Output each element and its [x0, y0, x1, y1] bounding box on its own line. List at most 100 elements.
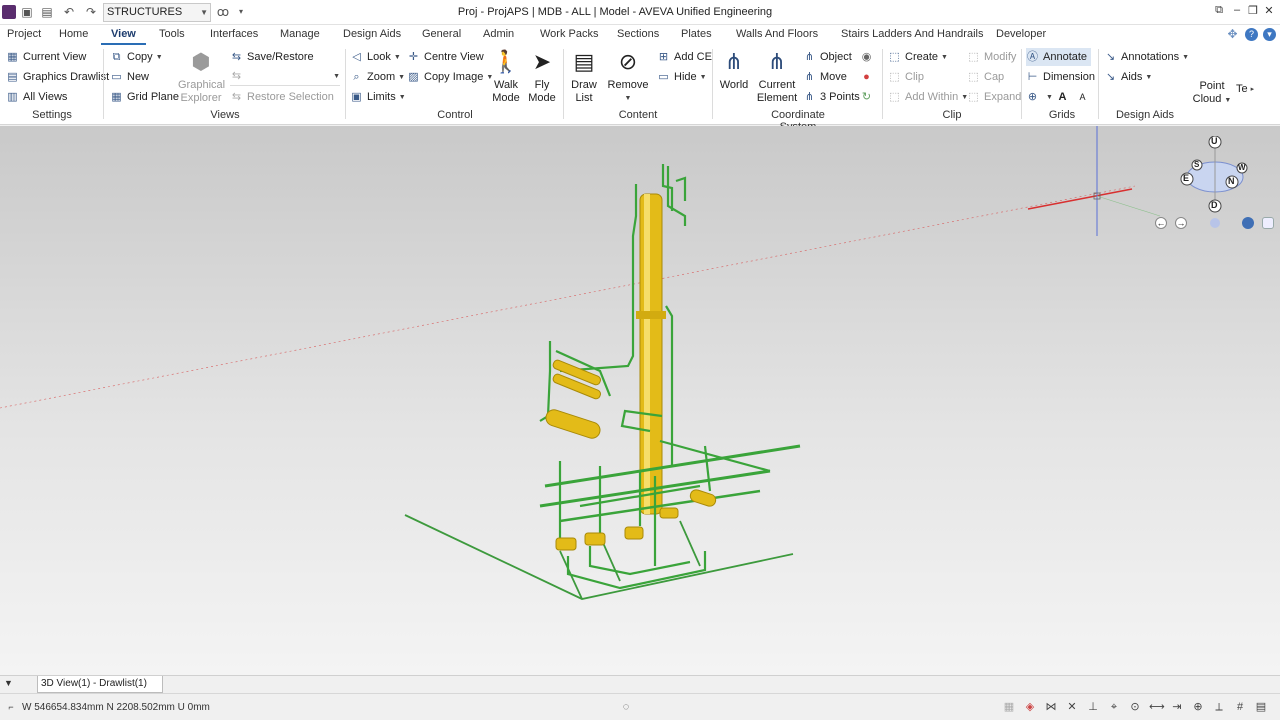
move-button[interactable]: ⋔ Move [803, 68, 847, 86]
new-view-button[interactable]: ▭ New [110, 68, 149, 86]
tab-home[interactable]: Home [59, 28, 88, 40]
current-view-button[interactable]: ▦ Current View [6, 48, 86, 66]
add-within-button[interactable]: ⬚ Add Within ▼ [888, 88, 968, 106]
fly-mode-button[interactable]: ➤ Fly Mode [526, 48, 558, 105]
snap-intersect-icon[interactable]: ✕ [1065, 700, 1079, 714]
snap-nearest-icon[interactable]: ⌖ [1107, 700, 1121, 714]
snap-endpoint-icon[interactable]: ◈ [1023, 700, 1037, 714]
clip-modify-button[interactable]: ⬚ Modify [967, 48, 1016, 66]
snap-grid-icon[interactable]: ▦ [1002, 700, 1016, 714]
snap-target-icon[interactable]: ⊕ [1191, 700, 1205, 714]
copy-view-button[interactable]: ⧉ Copy ▼ [110, 48, 163, 66]
expand-ribbon-icon[interactable]: ▾ [1263, 28, 1276, 41]
restore-combo[interactable]: ⇆ ▼ [230, 68, 340, 86]
clip-create-button[interactable]: ⬚ Create ▼ [888, 48, 948, 66]
restore-selection-button[interactable]: ⇆ Restore Selection [230, 88, 334, 106]
view-settings-icon[interactable] [1262, 217, 1274, 229]
centre-view-button[interactable]: ✛ Centre View [407, 48, 484, 66]
remove-button[interactable]: ⊘ Remove ▼ [606, 48, 650, 105]
tab-manage[interactable]: Manage [280, 28, 320, 40]
tab-list-dropdown-icon[interactable]: ▼ [4, 678, 13, 688]
current-element-button[interactable]: ⋔ Current Element [756, 48, 798, 105]
3d-viewport[interactable]: U D E N S W ← → [0, 126, 1280, 675]
cloud-label: Cloud [1192, 93, 1222, 105]
tab-design-aids[interactable]: Design Aids [343, 28, 401, 40]
te-button[interactable]: Te ▸ [1236, 80, 1254, 98]
maximize-icon[interactable]: ❐ [1246, 4, 1260, 20]
tab-view[interactable]: View [101, 28, 146, 45]
coord-option-3[interactable]: ↻ [860, 88, 877, 106]
help-icon[interactable]: ? [1245, 28, 1258, 41]
point-cloud-button[interactable]: Point Cloud ▼ [1192, 80, 1232, 107]
copy-image-button[interactable]: ▨ Copy Image ▼ [407, 68, 493, 86]
walk-icon: 🚶 [492, 49, 520, 74]
clip-expand-button[interactable]: ⬚ Expand [967, 88, 1021, 106]
object-button[interactable]: ⋔ Object [803, 48, 852, 66]
ribbon-tabs: Project Home View Tools Interfaces Manag… [0, 25, 1280, 45]
save-restore-button[interactable]: ⇆ Save/Restore [230, 48, 314, 66]
graphics-drawlist-button[interactable]: ▤ Graphics Drawlist [6, 68, 109, 86]
annotations-icon: ↘ [1105, 50, 1116, 63]
dimension-button[interactable]: ⊢ Dimension [1026, 68, 1095, 86]
tab-walls-and-floors[interactable]: Walls And Floors [736, 28, 818, 40]
increase-font-button[interactable]: A [1056, 88, 1073, 106]
home-view-icon[interactable] [1210, 218, 1220, 228]
graphical-explorer-button[interactable]: ⬢ Graphical Explorer [178, 48, 225, 105]
tab-developer[interactable]: Developer [996, 28, 1046, 40]
coord-option-1[interactable]: ◉ [860, 48, 877, 66]
grid-plane-button[interactable]: ▦ Grid Plane [110, 88, 179, 106]
fly-label: Fly [534, 79, 550, 91]
snap-grid-plane-icon[interactable]: # [1233, 700, 1247, 714]
expand-label: Expand [984, 91, 1022, 103]
rotate-right-icon[interactable]: → [1175, 217, 1187, 229]
decrease-font-button[interactable]: A [1076, 88, 1093, 106]
view-cube[interactable]: U D E N S W [1180, 135, 1250, 216]
chat-icon[interactable]: ◌ [619, 700, 633, 714]
annotate-button[interactable]: Ⓐ Annotate [1026, 48, 1092, 66]
close-icon[interactable]: ✕ [1262, 4, 1276, 20]
snap-center-icon[interactable]: ⊙ [1128, 700, 1142, 714]
aids-button[interactable]: ↘ Aids ▼ [1104, 68, 1152, 86]
snap-extend-icon[interactable]: ⟷ [1149, 700, 1165, 714]
minimize-icon[interactable]: – [1230, 4, 1244, 20]
zoom-button[interactable]: ⌕ Zoom ▼ [350, 68, 405, 86]
draw-list-button[interactable]: ▤ Draw List [568, 48, 600, 105]
look-button[interactable]: ◁ Look ▼ [350, 48, 401, 66]
grid-plane-label: Grid Plane [127, 91, 179, 103]
rotate-left-icon[interactable]: ← [1155, 217, 1167, 229]
snap-perpendicular-icon[interactable]: ⊥ [1086, 700, 1100, 714]
restore-ribbon-icon[interactable]: ⧉ [1212, 4, 1226, 20]
coord-option-2[interactable]: ● [860, 68, 877, 86]
add-ce-button[interactable]: ⊞ Add CE [657, 48, 712, 66]
tab-admin[interactable]: Admin [483, 28, 514, 40]
hide-button[interactable]: ▭ Hide ▼ [657, 68, 706, 86]
tab-general[interactable]: General [422, 28, 461, 40]
world-button[interactable]: ⋔ World [716, 48, 752, 92]
snap-settings-icon[interactable]: ▤ [1254, 700, 1268, 714]
clip-button[interactable]: ⬚ Clip [888, 68, 924, 86]
tab-tools[interactable]: Tools [159, 28, 185, 40]
tab-stairs-ladders[interactable]: Stairs Ladders And Handrails [841, 28, 983, 40]
tab-sections[interactable]: Sections [617, 28, 659, 40]
grid-globe-button[interactable]: ⊕ ▼ [1026, 88, 1053, 106]
grids-group-label: Grids [1048, 109, 1076, 121]
walk-mode-button[interactable]: 🚶 Walk Mode [490, 48, 522, 105]
cap-label: Cap [984, 71, 1005, 83]
all-views-button[interactable]: ▥ All Views [6, 88, 67, 106]
snap-midpoint-icon[interactable]: ⋈ [1044, 700, 1058, 714]
pin-icon[interactable]: ✥ [1226, 28, 1239, 41]
orbit-icon[interactable] [1242, 217, 1254, 229]
snap-align-icon[interactable]: ⇥ [1170, 700, 1184, 714]
annotations-button[interactable]: ↘ Annotations ▼ [1104, 48, 1189, 66]
tab-project[interactable]: Project [7, 28, 41, 40]
tab-3d-view[interactable]: 3D View(1) - Drawlist(1) [37, 676, 163, 693]
tab-work-packs[interactable]: Work Packs [540, 28, 598, 40]
limits-button[interactable]: ▣ Limits ▼ [350, 88, 405, 106]
clip-cap-button[interactable]: ⬚ Cap [967, 68, 1004, 86]
tab-plates[interactable]: Plates [681, 28, 712, 40]
three-points-button[interactable]: ⋔ 3 Points [803, 88, 860, 106]
snap-axis-icon[interactable]: ⟂ [1212, 700, 1226, 714]
separator [563, 49, 564, 119]
move-axes-icon: ⋔ [804, 70, 815, 83]
tab-interfaces[interactable]: Interfaces [210, 28, 258, 40]
